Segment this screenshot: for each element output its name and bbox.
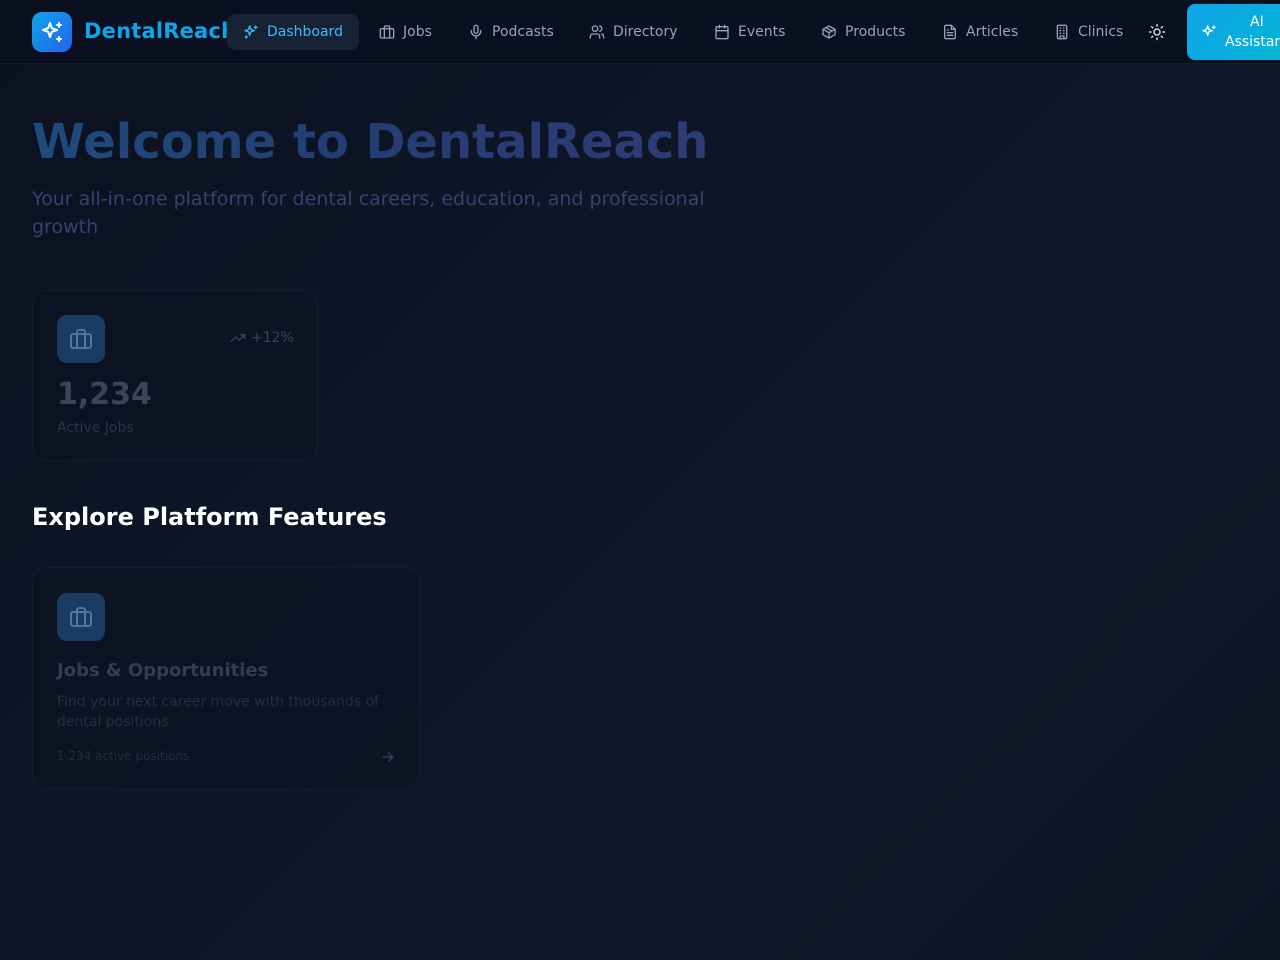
microphone-icon	[470, 24, 482, 40]
ai-assistant-button[interactable]: AI Assistant	[1187, 4, 1280, 60]
stat-trend-value: +12%	[251, 330, 294, 346]
nav-clinics[interactable]: Clinics	[1038, 14, 1139, 50]
briefcase-icon	[70, 607, 92, 627]
calendar-icon	[715, 24, 729, 40]
nav-articles-label: Articles	[966, 24, 1019, 40]
sparkles-icon	[244, 25, 258, 39]
nav-products-label: Products	[845, 24, 906, 40]
nav-jobs-label: Jobs	[403, 24, 432, 40]
sparkles-icon	[42, 22, 62, 42]
nav-podcasts[interactable]: Podcasts	[452, 14, 570, 50]
nav-events[interactable]: Events	[698, 14, 801, 50]
feature-card-jobs[interactable]: Jobs & Opportunities Find your next care…	[32, 567, 420, 789]
package-icon	[822, 25, 836, 39]
feature-description: Find your next career move with thousand…	[57, 694, 380, 730]
stat-icon-tile	[57, 315, 105, 363]
stat-value: 1,234	[57, 377, 152, 412]
nav-clinics-label: Clinics	[1078, 24, 1124, 40]
nav-products[interactable]: Products	[805, 14, 921, 50]
nav-podcasts-label: Podcasts	[492, 24, 554, 40]
sun-icon	[1148, 23, 1166, 41]
page-subtitle: Your all-in-one platform for dental care…	[32, 188, 705, 238]
nav-directory-label: Directory	[613, 24, 678, 40]
logo[interactable]	[32, 12, 72, 52]
users-icon	[589, 25, 605, 39]
briefcase-icon	[379, 25, 395, 39]
brand-name[interactable]: DentalReach	[84, 19, 236, 43]
section-title: Explore Platform Features	[32, 503, 387, 531]
nav-dashboard[interactable]: Dashboard	[227, 14, 359, 50]
feature-meta: 1,234 active positions	[57, 749, 190, 763]
theme-toggle-button[interactable]	[1145, 20, 1169, 44]
feature-icon-tile	[57, 593, 105, 641]
nav-dashboard-label: Dashboard	[267, 24, 343, 40]
feature-title: Jobs & Opportunities	[57, 660, 269, 681]
page-title: Welcome to DentalReach	[32, 114, 709, 170]
building-icon	[1056, 24, 1068, 40]
nav-articles[interactable]: Articles	[926, 14, 1034, 50]
nav-jobs[interactable]: Jobs	[363, 14, 448, 50]
trending-up-icon	[230, 334, 246, 342]
nav-events-label: Events	[738, 24, 786, 40]
stat-label: Active Jobs	[57, 420, 134, 436]
stat-trend: +12%	[230, 330, 294, 346]
top-navbar: DentalReach Dashboard Jobs Podcasts Dire…	[0, 0, 1280, 64]
nav-directory[interactable]: Directory	[573, 14, 694, 50]
sparkles-icon	[1202, 25, 1216, 36]
briefcase-icon	[70, 329, 92, 349]
file-text-icon	[944, 24, 956, 40]
ai-assistant-label: AI Assistant	[1225, 14, 1280, 50]
arrow-right-icon[interactable]	[380, 749, 396, 765]
stat-card-active-jobs[interactable]: +12% 1,234 Active Jobs	[32, 290, 318, 461]
